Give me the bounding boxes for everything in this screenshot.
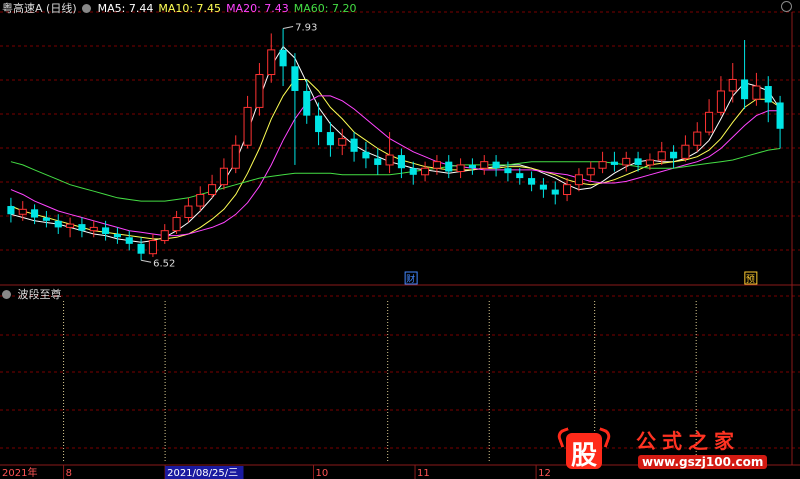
candle-body	[610, 161, 618, 165]
candle-body	[231, 144, 240, 169]
collapse-icon[interactable]	[781, 1, 792, 12]
candle-body	[113, 233, 121, 238]
candle-body	[634, 158, 642, 165]
event-marker-label: 预	[746, 274, 755, 285]
candle-body	[622, 157, 631, 166]
candle-body	[670, 151, 678, 159]
x-tick-label: 11	[417, 468, 430, 479]
candle-body	[89, 226, 98, 232]
ma-legend-item: MA10: 7.45	[158, 2, 222, 15]
sub-panel-header: 波段至尊	[2, 286, 62, 302]
candle-body	[681, 144, 690, 159]
candle-body	[279, 49, 287, 67]
candle-body	[409, 168, 417, 175]
candle-body	[728, 78, 737, 92]
candle-body	[326, 132, 334, 146]
candle-body	[432, 161, 441, 169]
candle-body	[148, 240, 157, 255]
indicator-name[interactable]: 波段至尊	[18, 288, 62, 301]
candle-body	[586, 167, 595, 176]
candle-body	[598, 161, 607, 169]
stock-name[interactable]: 粤高速A	[2, 2, 43, 15]
ma-legend: MA5: 7.44 MA10: 7.45 MA20: 7.43 MA60: 7.20	[98, 2, 362, 15]
high-price-label: 7.93	[295, 23, 317, 34]
candle-body	[385, 154, 394, 166]
site-url: www.gszj100.com	[638, 455, 768, 469]
candle-body	[645, 159, 654, 166]
candle-body	[66, 223, 75, 228]
candle-body	[397, 155, 405, 169]
candle-body	[693, 131, 702, 146]
candle-body	[102, 227, 110, 234]
period-label[interactable]: (日线)	[46, 2, 77, 15]
sub-settings-dot-icon[interactable]	[2, 290, 11, 299]
candle-body	[172, 217, 181, 232]
x-tick-label: 2021/08/25/三	[167, 468, 238, 479]
candle-body	[208, 184, 217, 196]
candle-body	[516, 173, 524, 179]
x-tick-label: 10	[315, 468, 328, 479]
low-price-label: 6.52	[153, 258, 175, 269]
candle-body	[255, 74, 264, 108]
chart-header: 粤高速A (日线) MA5: 7.44 MA10: 7.45 MA20: 7.43 M…	[2, 0, 362, 16]
candle-body	[315, 115, 323, 133]
candle-body	[291, 66, 299, 91]
x-tick-label: 12	[538, 468, 551, 479]
candle-body	[492, 161, 500, 169]
candle-body	[574, 174, 583, 186]
candle-body	[657, 151, 666, 161]
candle-body	[539, 184, 547, 190]
event-marker-label: 财	[406, 273, 415, 285]
candle-body	[137, 243, 145, 254]
candle-body	[741, 79, 749, 100]
x-tick-label: 2021年	[2, 466, 37, 479]
candle-body	[31, 209, 39, 218]
candle-body	[7, 206, 15, 215]
candle-body	[362, 151, 370, 159]
ma-legend-item: MA20: 7.43	[226, 2, 289, 15]
bull-logo-icon: 股	[555, 425, 613, 471]
candle-body	[184, 205, 193, 219]
candle-body	[125, 237, 133, 244]
candle-body	[303, 90, 311, 116]
candle-body	[196, 194, 205, 207]
candle-body	[338, 138, 347, 146]
candle-body	[243, 106, 252, 146]
x-tick-label: 8	[66, 468, 72, 479]
candle-body	[752, 85, 761, 100]
candle-body	[764, 86, 772, 103]
ma-legend-item: MA5: 7.44	[97, 2, 154, 15]
candle-body	[705, 111, 714, 133]
candle-body	[18, 208, 27, 215]
ma-legend-item: MA60: 7.20	[293, 2, 357, 15]
candle-body	[551, 189, 559, 195]
candle-body	[456, 164, 465, 173]
candle-body	[54, 220, 62, 228]
candle-body	[468, 164, 476, 169]
candle-body	[267, 49, 276, 76]
chart-stage: 7.93 6.52 财 预 2021年 8 2021/08/25/三 10 11 12	[0, 0, 800, 479]
logo-char: 股	[570, 441, 597, 471]
candle-body	[78, 224, 86, 231]
candle-body	[504, 168, 512, 174]
candle-body	[776, 102, 784, 129]
site-name: 公式之家	[636, 429, 740, 453]
settings-dot-icon[interactable]	[82, 4, 92, 13]
candle-body	[480, 161, 489, 169]
candle-body	[563, 184, 572, 196]
candle-body	[528, 178, 536, 185]
candle-body	[445, 161, 453, 172]
candle-body	[219, 167, 228, 186]
candle-body	[350, 138, 358, 152]
candle-body	[716, 90, 725, 113]
site-watermark: 股 公式之家 www.gszj100.com	[554, 423, 784, 475]
candle-body	[160, 230, 169, 242]
candle-body	[42, 217, 50, 221]
candle-body	[374, 158, 382, 165]
candle-body	[421, 167, 430, 176]
